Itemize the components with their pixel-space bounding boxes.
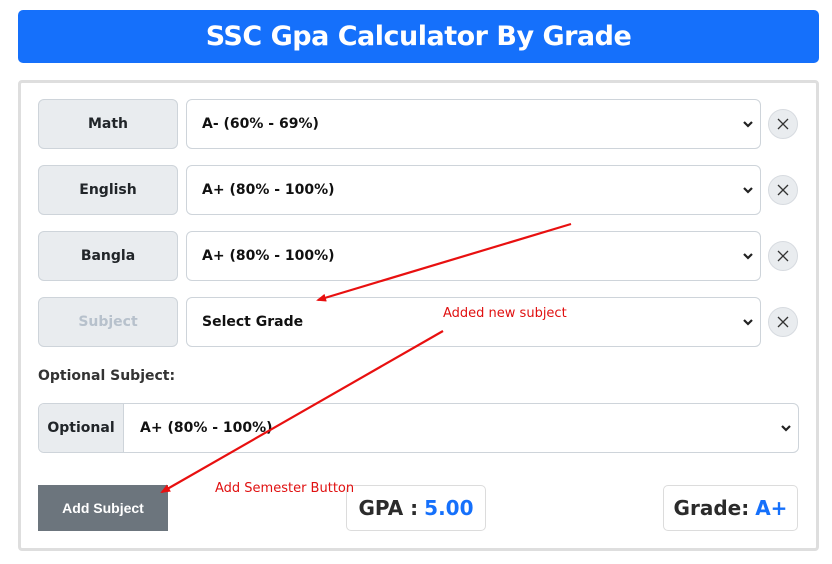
subject-row: English A+ (80% - 100%)	[21, 165, 801, 215]
remove-subject-button[interactable]	[768, 109, 798, 139]
close-icon	[777, 250, 789, 262]
optional-grade-value: A+ (80% - 100%)	[140, 420, 273, 436]
grade-select-value: A+ (80% - 100%)	[202, 182, 335, 198]
add-subject-button[interactable]: Add Subject	[38, 485, 168, 531]
subject-name-field[interactable]: English	[38, 165, 178, 215]
grade-select-value: A+ (80% - 100%)	[202, 248, 335, 264]
close-icon	[777, 316, 789, 328]
gpa-label: GPA :	[358, 496, 419, 520]
chevron-down-icon	[743, 319, 753, 326]
grade-select[interactable]: A+ (80% - 100%)	[186, 165, 761, 215]
optional-grade-select[interactable]: A+ (80% - 100%)	[124, 404, 798, 452]
grade-select[interactable]: A- (60% - 69%)	[186, 99, 761, 149]
chevron-down-icon	[743, 253, 753, 260]
page-title: SSC Gpa Calculator By Grade	[205, 21, 632, 52]
annotation-add-semester-button: Add Semester Button	[215, 481, 355, 496]
subject-name-field[interactable]: Bangla	[38, 231, 178, 281]
calculator-card: Math A- (60% - 69%) English A+ (80% - 10…	[18, 80, 819, 551]
close-icon	[777, 184, 789, 196]
gpa-result: GPA : 5.00	[346, 485, 486, 531]
remove-subject-button[interactable]	[768, 307, 798, 337]
grade-select-value: Select Grade	[202, 314, 304, 330]
grade-select-value: A- (60% - 69%)	[202, 116, 319, 132]
grade-label: Grade:	[673, 496, 750, 520]
page-header: SSC Gpa Calculator By Grade	[18, 10, 819, 63]
chevron-down-icon	[743, 121, 753, 128]
remove-subject-button[interactable]	[768, 241, 798, 271]
subject-name-field[interactable]: Math	[38, 99, 178, 149]
annotation-added-new-subject: Added new subject	[443, 306, 567, 321]
grade-select[interactable]: A+ (80% - 100%)	[186, 231, 761, 281]
subject-row: Bangla A+ (80% - 100%)	[21, 231, 801, 281]
subject-row-new: Subject Select Grade	[21, 297, 801, 347]
remove-subject-button[interactable]	[768, 175, 798, 205]
gpa-value: 5.00	[424, 496, 474, 520]
optional-subject-heading: Optional Subject:	[38, 368, 176, 384]
subject-name-input[interactable]: Subject	[38, 297, 178, 347]
subject-row: Math A- (60% - 69%)	[21, 99, 801, 149]
chevron-down-icon	[781, 425, 791, 432]
chevron-down-icon	[743, 187, 753, 194]
grade-result: Grade: A+	[663, 485, 798, 531]
grade-select[interactable]: Select Grade	[186, 297, 761, 347]
optional-addon-label: Optional	[39, 404, 124, 452]
grade-value: A+	[755, 496, 788, 520]
close-icon	[777, 118, 789, 130]
optional-subject-group: Optional A+ (80% - 100%)	[38, 403, 799, 453]
